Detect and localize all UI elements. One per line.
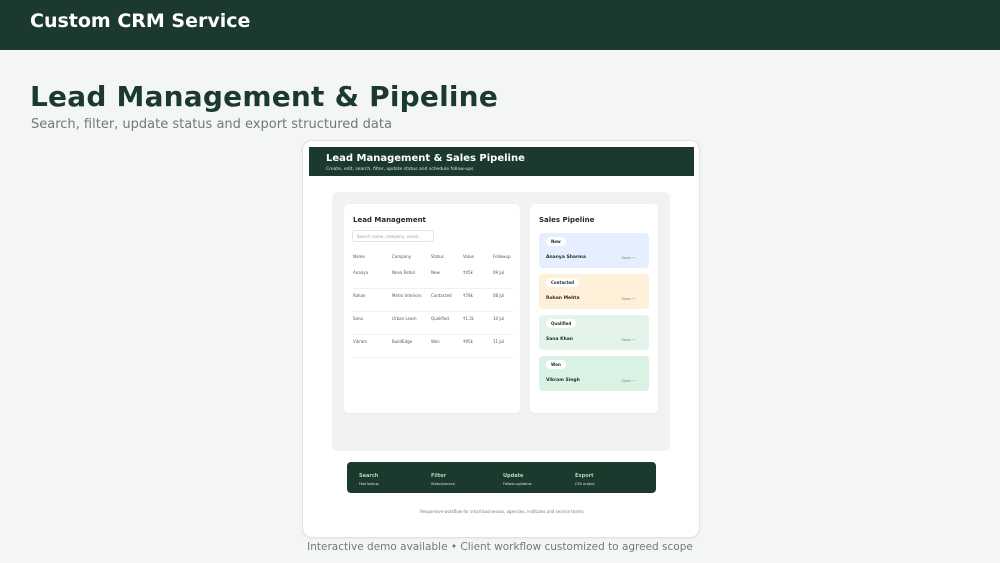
pipeline-stage-contacted[interactable]: Contacted Rohan Mehta Open → — [539, 274, 649, 309]
open-lead-link[interactable]: Open → — [622, 379, 635, 383]
table-row[interactable]: Ananya Nova Retail New ₹45k 09 Jul — [353, 267, 513, 289]
cell-followup: 10 Jul — [493, 316, 505, 321]
cell-status: Won — [431, 339, 440, 344]
cell-status: Qualified — [431, 316, 449, 321]
demo-caption: Interactive demo available • Client work… — [307, 541, 693, 553]
stage-lead-name: Sana Khan — [546, 337, 574, 342]
cell-company: Nova Retail — [392, 270, 415, 275]
cell-status: New — [431, 270, 440, 275]
table-row[interactable]: Rohan Metro Interiors Contacted ₹78k 08 … — [353, 290, 513, 312]
column-header-followup[interactable]: Followup — [493, 254, 511, 259]
open-lead-link[interactable]: Open → — [622, 256, 635, 260]
sales-pipeline-panel: Sales Pipeline New Ananya Sharma Open → … — [530, 204, 658, 413]
cell-company: BuildEdge — [392, 339, 413, 344]
action-desc: Follow-up/status — [503, 482, 532, 486]
cell-value: ₹1.2L — [463, 316, 475, 321]
leads-panel-title: Lead Management — [353, 216, 426, 224]
table-row[interactable]: Vikram BuildEdge Won ₹95k 11 Jul — [353, 336, 513, 358]
demo-screenshot-frame: Lead Management & Sales Pipeline Create,… — [302, 140, 700, 538]
cell-name: Sana — [353, 316, 363, 321]
app-title: Lead Management & Sales Pipeline — [326, 153, 525, 164]
cell-followup: 09 Jul — [493, 270, 505, 275]
stage-badge: Contacted — [546, 278, 580, 287]
action-title: Update — [503, 473, 524, 479]
open-lead-link[interactable]: Open → — [622, 338, 635, 342]
cell-name: Vikram — [353, 339, 368, 344]
column-header-name[interactable]: Name — [353, 254, 365, 259]
action-title: Filter — [431, 473, 447, 479]
hero-subtitle: Search, filter, update status and export… — [31, 117, 392, 132]
pipeline-panel-title: Sales Pipeline — [539, 216, 595, 224]
cell-followup: 08 Jul — [493, 293, 505, 298]
action-search[interactable]: Search Fast lookup — [359, 473, 379, 486]
column-header-status[interactable]: Status — [431, 254, 444, 259]
cell-status: Contacted — [431, 293, 452, 298]
cell-value: ₹45k — [463, 270, 473, 275]
stage-lead-name: Rohan Mehta — [546, 296, 580, 301]
stage-lead-name: Ananya Sharma — [546, 255, 586, 260]
pipeline-stage-qualified[interactable]: Qualified Sana Khan Open → — [539, 315, 649, 350]
column-header-company[interactable]: Company — [392, 254, 411, 259]
cell-name: Rohan — [353, 293, 366, 298]
action-title: Export — [575, 473, 594, 479]
cell-company: Metro Interiors — [392, 293, 422, 298]
action-desc: Status/source — [431, 482, 455, 486]
pipeline-stage-won[interactable]: Won Vikram Singh Open → — [539, 356, 649, 391]
cell-name: Ananya — [353, 270, 369, 275]
action-desc: Fast lookup — [359, 482, 379, 486]
search-input[interactable]: Search name, company, email... — [352, 230, 434, 242]
action-filter[interactable]: Filter Status/source — [431, 473, 455, 486]
top-bar: Custom CRM Service — [0, 0, 1000, 50]
cell-followup: 11 Jul — [493, 339, 505, 344]
cell-value: ₹78k — [463, 293, 473, 298]
stage-badge: New — [546, 237, 566, 246]
column-header-value[interactable]: Value — [463, 254, 474, 259]
brand-title: Custom CRM Service — [30, 10, 251, 32]
cell-company: Urban Learn — [392, 316, 417, 321]
open-lead-link[interactable]: Open → — [622, 297, 635, 301]
action-export[interactable]: Export CSV output — [575, 473, 595, 486]
action-bar: Search Fast lookup Filter Status/source … — [347, 462, 656, 493]
action-desc: CSV output — [575, 482, 595, 486]
app-subtitle: Create, edit, search, filter, update sta… — [326, 167, 474, 172]
stage-badge: Won — [546, 360, 566, 369]
table-row[interactable]: Sana Urban Learn Qualified ₹1.2L 10 Jul — [353, 313, 513, 335]
pipeline-stage-new[interactable]: New Ananya Sharma Open → — [539, 233, 649, 268]
responsive-note: Responsive workflow for small businesses… — [420, 509, 584, 514]
workspace: Lead Management Search name, company, em… — [332, 192, 670, 451]
action-title: Search — [359, 473, 379, 479]
hero-title: Lead Management & Pipeline — [30, 80, 499, 113]
app-header: Lead Management & Sales Pipeline Create,… — [309, 147, 694, 176]
stage-lead-name: Vikram Singh — [546, 378, 580, 383]
leads-table-header: Name Company Status Value Followup — [353, 254, 513, 262]
stage-badge: Qualified — [546, 319, 577, 328]
cell-value: ₹95k — [463, 339, 473, 344]
lead-management-panel: Lead Management Search name, company, em… — [344, 204, 520, 413]
action-update[interactable]: Update Follow-up/status — [503, 473, 532, 486]
